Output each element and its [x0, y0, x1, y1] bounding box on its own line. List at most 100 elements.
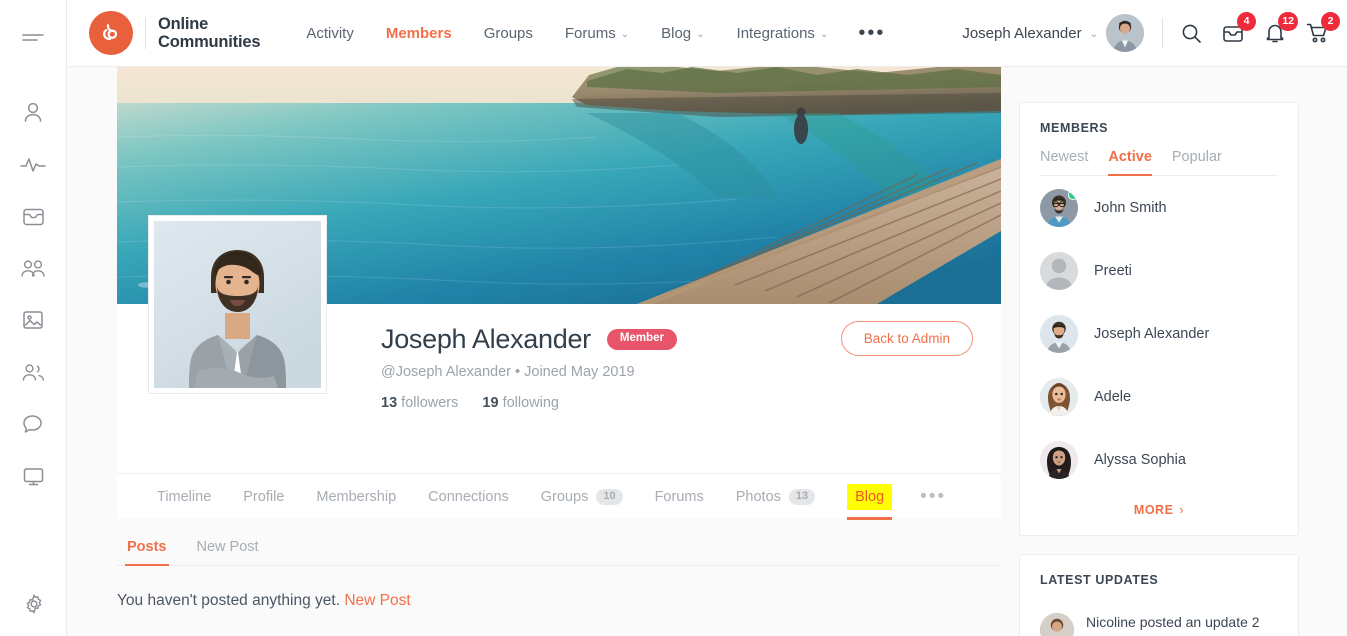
bell-badge: 12	[1278, 12, 1298, 31]
chat-bubble-icon[interactable]	[0, 398, 67, 450]
back-to-admin-button[interactable]: Back to Admin	[840, 321, 973, 356]
nav-label: Integrations	[736, 24, 815, 42]
cart-badge: 2	[1321, 12, 1340, 31]
nav-item-integrations[interactable]: Integrations ⌄	[721, 25, 845, 42]
new-post-link[interactable]: New Post	[344, 592, 410, 609]
tab-membership[interactable]: Membership	[300, 474, 412, 520]
widget-tab-popular[interactable]: Popular	[1172, 149, 1222, 175]
chevron-right-icon: ›	[1179, 503, 1185, 517]
left-rail	[0, 0, 67, 636]
widget-tab-newest[interactable]: Newest	[1040, 149, 1088, 175]
gear-icon[interactable]	[0, 578, 67, 630]
profile-card: Joseph Alexander Member @Joseph Alexande…	[117, 67, 1001, 520]
subtab-posts[interactable]: Posts	[117, 533, 177, 566]
nav-overflow-icon[interactable]: •••	[844, 23, 899, 43]
tab-profile[interactable]: Profile	[227, 474, 300, 520]
inbox-icon[interactable]	[0, 190, 67, 242]
widget-tab-active[interactable]: Active	[1108, 149, 1152, 176]
followers-label: followers	[401, 395, 459, 411]
nav-item-blog[interactable]: Blog ⌄	[645, 25, 720, 42]
user-menu[interactable]: Joseph Alexander ⌄	[962, 14, 1144, 52]
meta-separator: •	[515, 364, 521, 380]
avatar[interactable]	[1106, 14, 1144, 52]
avatar[interactable]	[1040, 613, 1074, 636]
header-right: Joseph Alexander ⌄ 4 12 2	[962, 12, 1340, 52]
tab-label: Forums	[654, 488, 704, 505]
profile-handle: @Joseph Alexander	[381, 364, 511, 380]
subtab-label: New Post	[196, 539, 259, 555]
brand[interactable]: Online Communities	[89, 11, 261, 55]
nav-item-members[interactable]: Members	[370, 25, 468, 42]
profile-avatar-image	[154, 221, 321, 388]
chevron-down-icon: ⌄	[620, 28, 630, 40]
avatar[interactable]	[1040, 378, 1078, 416]
nav-item-forums[interactable]: Forums ⌄	[549, 25, 645, 42]
bell-icon[interactable]: 12	[1263, 12, 1298, 45]
cart-icon[interactable]: 2	[1305, 12, 1340, 45]
nav-item-activity[interactable]: Activity	[290, 25, 370, 42]
sidebar-column: MEMBERS Newest Active Popular John Smith…	[1019, 67, 1299, 636]
tab-forums[interactable]: Forums	[639, 474, 720, 520]
subtab-new-post[interactable]: New Post	[187, 533, 269, 565]
user-icon[interactable]	[0, 86, 67, 138]
list-item-label: Alyssa Sophia	[1094, 452, 1186, 468]
groups-icon[interactable]	[0, 242, 67, 294]
tab-timeline[interactable]: Timeline	[141, 474, 227, 520]
inbox-badge: 4	[1237, 12, 1256, 31]
followers-stat[interactable]: 13 followers	[381, 395, 458, 411]
nav-item-groups[interactable]: Groups	[468, 25, 549, 42]
tab-label: Groups	[540, 488, 589, 505]
profile-joined: Joined May 2019	[524, 364, 635, 380]
list-item[interactable]: Alyssa Sophia	[1040, 428, 1278, 491]
members-widget-tabs: Newest Active Popular	[1040, 149, 1278, 176]
tab-label: Blog	[855, 488, 885, 505]
hamburger-menu-icon[interactable]	[0, 12, 67, 64]
chevron-down-icon: ⌄	[1089, 28, 1098, 40]
list-item[interactable]: Joseph Alexander	[1040, 302, 1278, 365]
avatar[interactable]	[1040, 252, 1078, 290]
profile-tabs: Timeline Profile Membership Connections	[117, 473, 1001, 520]
logo-icon	[89, 11, 133, 55]
main-region: Online Communities Activity Members Grou…	[67, 0, 1347, 636]
members-widget: MEMBERS Newest Active Popular John Smith…	[1019, 102, 1299, 536]
list-item[interactable]: John Smith	[1040, 176, 1278, 239]
activity-pulse-icon[interactable]	[0, 138, 67, 190]
avatar[interactable]	[1040, 441, 1078, 479]
online-indicator	[1068, 190, 1078, 200]
avatar[interactable]	[1040, 315, 1078, 353]
members-more-link[interactable]: MORE ›	[1040, 491, 1278, 521]
tab-label: Photos	[735, 488, 781, 505]
tab-label: Membership	[316, 488, 397, 505]
list-item[interactable]: Preeti	[1040, 239, 1278, 302]
more-label: MORE	[1133, 503, 1174, 517]
empty-state: You haven't posted anything yet. New Pos…	[117, 592, 1001, 610]
profile-stats: 13 followers 19 following	[381, 395, 975, 411]
tabs-overflow-icon[interactable]: •••	[908, 487, 958, 506]
top-header: Online Communities Activity Members Grou…	[67, 0, 1347, 67]
profile-avatar[interactable]	[149, 216, 326, 393]
inbox-icon[interactable]: 4	[1221, 12, 1256, 45]
app-root: Online Communities Activity Members Grou…	[0, 0, 1347, 636]
tab-count-badge: 13	[788, 488, 816, 505]
nav-label: Blog	[661, 24, 692, 42]
main-column: Joseph Alexander Member @Joseph Alexande…	[117, 67, 1001, 636]
following-stat[interactable]: 19 following	[482, 395, 559, 411]
nav-label: Members	[385, 24, 452, 42]
list-item[interactable]: Nicoline posted an update 2	[1040, 601, 1278, 636]
chevron-down-icon: ⌄	[696, 28, 705, 40]
subtab-label: Posts	[127, 539, 167, 555]
tab-connections[interactable]: Connections	[412, 474, 525, 520]
avatar[interactable]	[1040, 189, 1078, 227]
list-item-label: Nicoline posted an update 2	[1086, 614, 1260, 630]
logo-divider	[145, 17, 146, 49]
photo-icon[interactable]	[0, 294, 67, 346]
tab-photos[interactable]: Photos 13	[720, 474, 831, 520]
followers-count: 13	[381, 395, 398, 411]
tab-groups[interactable]: Groups 10	[525, 474, 639, 520]
friends-icon[interactable]	[0, 346, 67, 398]
search-icon[interactable]	[1179, 21, 1203, 45]
main-nav: Activity Members Groups Forums ⌄ Blog ⌄	[290, 23, 899, 43]
tab-blog[interactable]: Blog	[847, 483, 893, 520]
list-item[interactable]: Adele	[1040, 365, 1278, 428]
monitor-icon[interactable]	[0, 450, 67, 502]
